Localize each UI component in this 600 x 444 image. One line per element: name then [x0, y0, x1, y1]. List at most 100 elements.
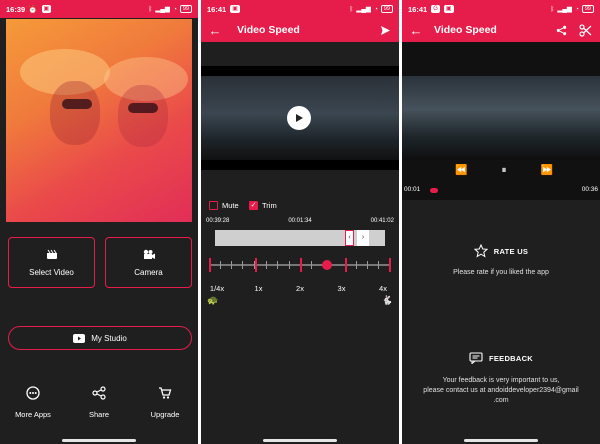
more-apps-icon — [26, 386, 40, 400]
check-icon: ✓ — [249, 201, 258, 210]
trim-duration: 00:01:34 — [288, 218, 312, 224]
speed-icons: 🐢 🐇 — [207, 295, 393, 306]
video-speed-screen: 16:41 ▣ ᛒ ▂▄▆ ◔ 99 ← Video Speed Mute ✓ … — [201, 0, 399, 444]
page-title: Video Speed — [237, 24, 300, 36]
rate-us-section[interactable]: RATE US Please rate if you liked the app — [402, 244, 600, 278]
status-bar: 16:39 ⏰ ▣ ᛒ ▂▄▆ ◔ 99 — [0, 0, 198, 18]
back-arrow-icon[interactable]: ← — [201, 23, 229, 38]
status-bar: 16:41 ▣ ᛒ ▂▄▆ ◔ 99 — [201, 0, 399, 18]
current-time: 00:01 — [404, 186, 421, 193]
rate-us-text: Please rate if you liked the app — [453, 269, 549, 276]
total-time: 00:36 — [581, 186, 598, 193]
speed-quarter: 1/4x — [209, 284, 225, 293]
notification-icon: ▣ — [230, 5, 240, 13]
end-time: 00:41:02 — [370, 218, 394, 224]
trim-left-handle[interactable]: ‹ — [345, 230, 354, 246]
mute-checkbox[interactable]: Mute — [209, 201, 239, 210]
status-icons: ᛒ ▂▄▆ ◔ 99 — [148, 5, 192, 13]
signal-icon: ▂▄▆ — [155, 6, 170, 13]
start-time: 00:39:28 — [206, 218, 230, 224]
battery-icon: 99 — [581, 5, 594, 13]
speed-3x: 3x — [337, 284, 346, 293]
share-button[interactable]: Share — [69, 386, 129, 419]
wifi-icon: ◔ — [574, 5, 579, 13]
trim-right-handle[interactable]: › — [357, 230, 369, 246]
back-arrow-icon[interactable]: ← — [402, 23, 430, 38]
rabbit-icon: 🐇 — [381, 295, 393, 305]
bluetooth-icon: ᛒ — [550, 5, 555, 13]
speed-thumb[interactable] — [322, 260, 332, 270]
video-camera-icon — [143, 249, 155, 259]
app-bar: ← Video Speed — [402, 18, 600, 42]
star-icon — [473, 244, 488, 258]
signal-icon: ▂▄▆ — [557, 6, 572, 13]
speed-1x: 1x — [254, 284, 263, 293]
feedback-section[interactable]: FEEDBACK Your feedback is very important… — [402, 352, 600, 406]
wifi-icon: ◔ — [172, 5, 177, 13]
select-video-button[interactable]: Select Video — [8, 237, 95, 288]
feedback-text-1: Your feedback is very important to us, — [442, 377, 560, 384]
send-icon[interactable] — [380, 25, 391, 36]
notification-icon: ▣ — [41, 5, 52, 13]
playback-controls: ⏪ ⏸ ⏩ — [455, 165, 553, 176]
bluetooth-icon: ᛒ — [148, 5, 153, 13]
signal-icon: ▂▄▆ — [356, 6, 371, 13]
cart-icon — [159, 387, 172, 399]
rewind-icon[interactable]: ⏪ — [455, 165, 467, 176]
feedback-icon — [469, 352, 483, 364]
pause-icon[interactable]: ⏸ — [501, 165, 506, 176]
gesture-bar — [464, 439, 538, 442]
speed-2x: 2x — [296, 284, 304, 293]
video-preview-screen: 16:41 G ▣ ᛒ ▂▄▆ ◔ 99 ← Video Speed ⏪ ⏸ ⏩… — [402, 0, 600, 444]
camera-label: Camera — [134, 267, 163, 277]
share-icon[interactable] — [556, 25, 567, 36]
feedback-text-3: .com — [493, 397, 509, 404]
status-bar: 16:41 G ▣ ᛒ ▂▄▆ ◔ 99 — [402, 0, 600, 18]
mute-label: Mute — [222, 201, 239, 210]
bottom-nav: More Apps Share Upgrade — [0, 386, 198, 419]
play-button[interactable] — [287, 106, 311, 130]
my-studio-button[interactable]: My Studio — [8, 326, 192, 350]
status-time: 16:39 — [6, 4, 26, 14]
gesture-bar — [263, 439, 337, 442]
scissors-icon[interactable] — [579, 23, 592, 37]
fast-forward-icon[interactable]: ⏩ — [540, 165, 552, 176]
turtle-icon: 🐢 — [207, 295, 219, 305]
speed-slider[interactable] — [209, 258, 391, 272]
feedback-email[interactable]: please contact us at andoiddeveloper2394… — [402, 386, 600, 396]
status-time: 16:41 — [408, 4, 428, 14]
camera-button[interactable]: Camera — [105, 237, 192, 288]
gesture-bar — [62, 439, 136, 442]
bluetooth-icon: ᛒ — [349, 5, 354, 13]
status-time: 16:41 — [207, 4, 227, 14]
notification-icon: G — [431, 5, 440, 13]
home-screen: 16:39 ⏰ ▣ ᛒ ▂▄▆ ◔ 99 Select Video Camera… — [0, 0, 198, 444]
speed-labels: 1/4x 1x 2x 3x 4x — [205, 284, 395, 293]
wifi-icon: ◔ — [373, 5, 378, 13]
battery-icon: 99 — [179, 5, 192, 13]
upgrade-label: Upgrade — [150, 410, 180, 419]
trim-checkbox[interactable]: ✓ Trim — [249, 201, 277, 210]
video-player[interactable] — [402, 42, 600, 200]
status-icons: ᛒ ▂▄▆ ◔ 99 — [550, 5, 594, 13]
trim-times: 00:39:28 00:01:34 00:41:02 — [206, 218, 394, 224]
upgrade-button[interactable]: Upgrade — [135, 386, 195, 419]
video-file-icon — [46, 249, 57, 259]
more-apps-label: More Apps — [15, 410, 51, 419]
alarm-icon: ⏰ — [28, 4, 38, 14]
speed-4x: 4x — [379, 284, 387, 293]
play-icon — [296, 114, 303, 122]
youtube-icon — [73, 333, 86, 343]
mute-box — [209, 201, 218, 210]
more-apps-button[interactable]: More Apps — [3, 386, 63, 419]
select-video-label: Select Video — [29, 267, 74, 277]
photo-preview — [6, 19, 192, 222]
seek-thumb[interactable] — [430, 188, 438, 193]
notification-icon-2: ▣ — [443, 5, 454, 13]
feedback-title: FEEDBACK — [488, 353, 534, 363]
battery-icon: 99 — [380, 5, 393, 13]
app-bar: ← Video Speed — [201, 18, 399, 42]
trim-timeline[interactable]: ‹ › — [215, 230, 385, 246]
rate-us-title: RATE US — [493, 246, 529, 256]
status-icons: ᛒ ▂▄▆ ◔ 99 — [349, 5, 393, 13]
